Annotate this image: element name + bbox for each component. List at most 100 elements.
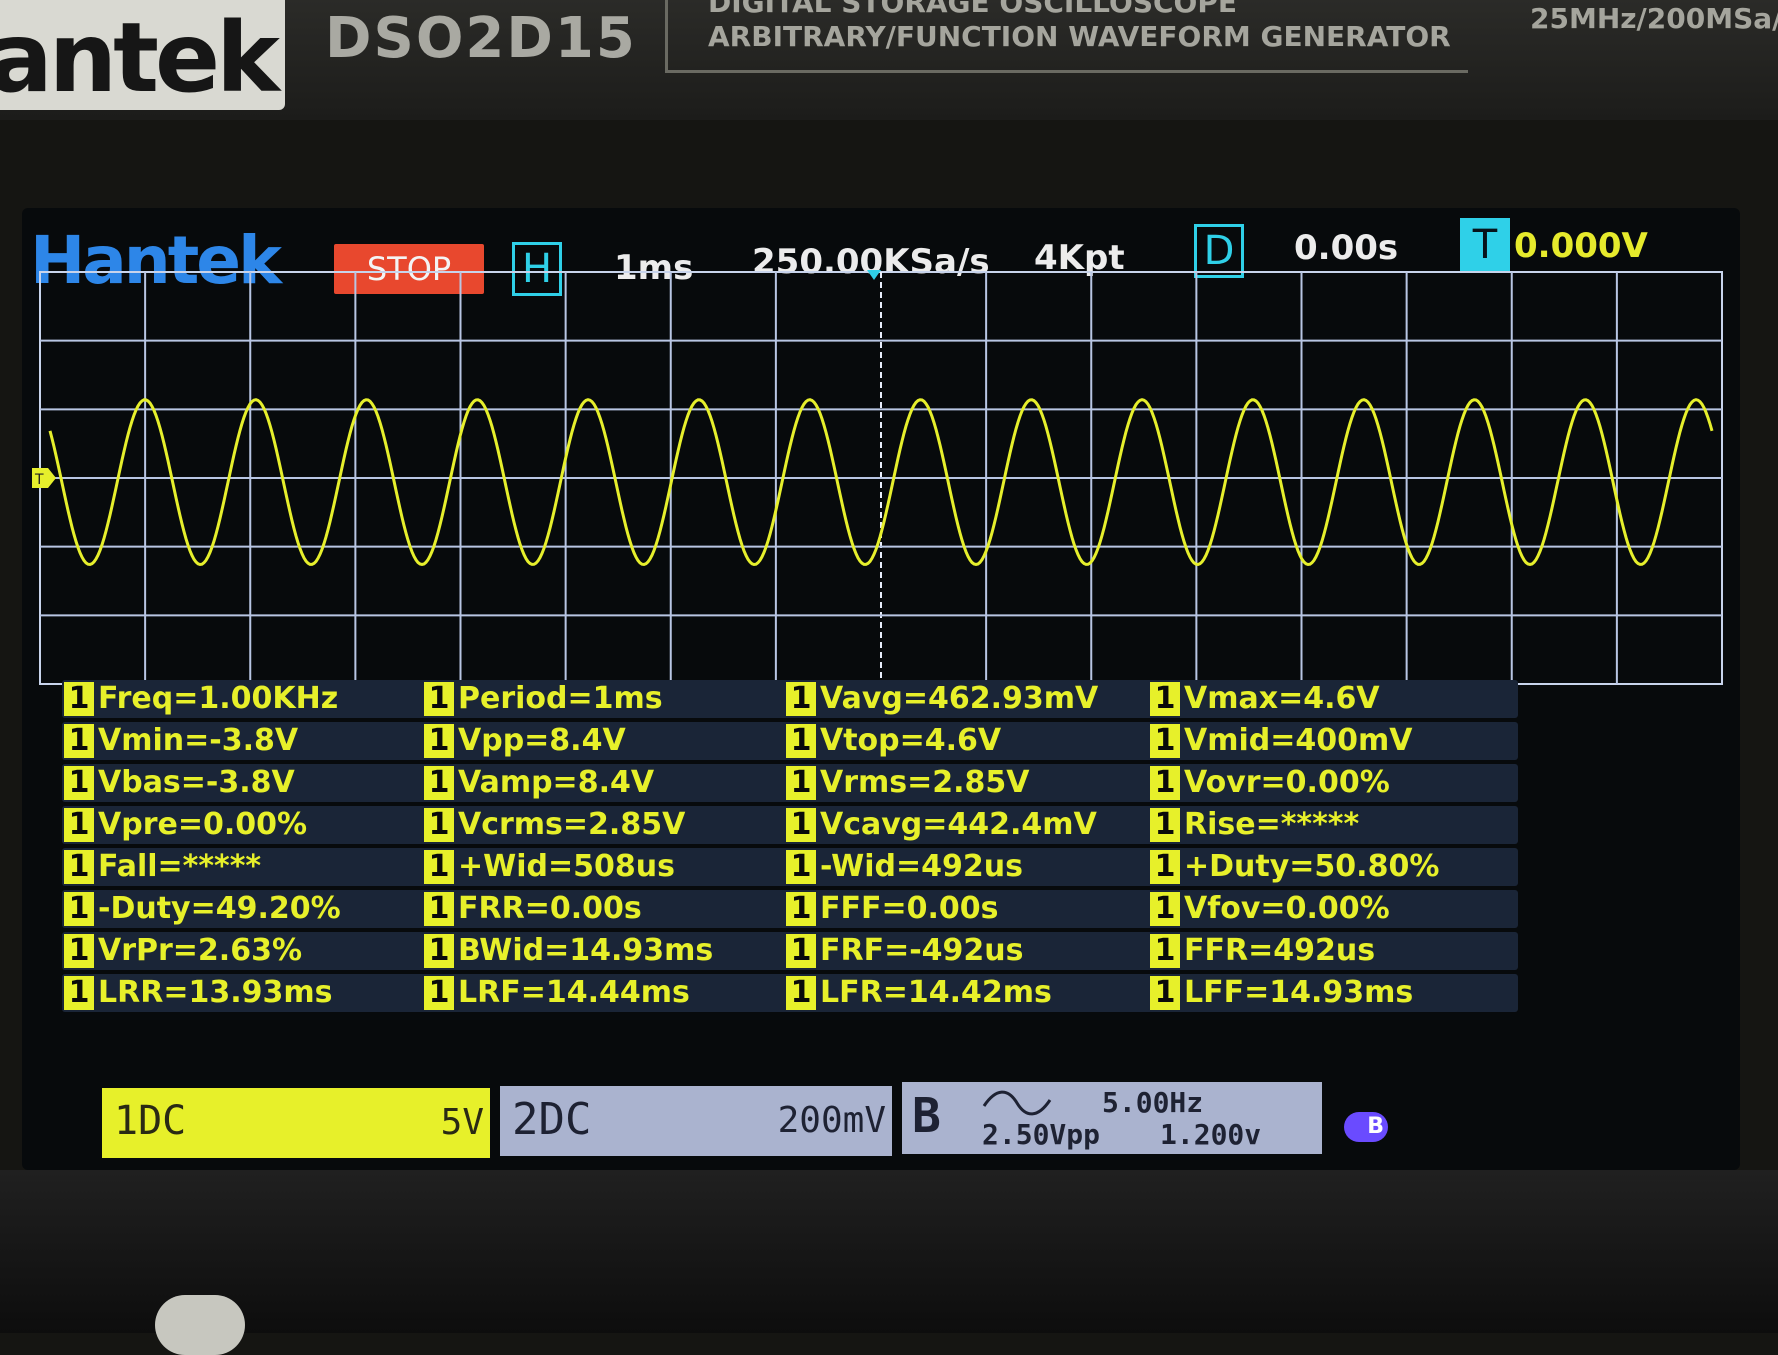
measurement-channel-badge: 1 — [424, 976, 454, 1010]
measurement-cell: 1 FRR=0.00s — [422, 890, 792, 928]
measurement-channel-badge: 1 — [64, 850, 94, 884]
measurement-channel-badge: 1 — [424, 934, 454, 968]
front-panel-top: antek DSO2D15 DIGITAL STORAGE OSCILLOSCO… — [0, 0, 1778, 120]
measurement-cell: 1 Vbas=-3.8V — [62, 764, 432, 802]
description-line-1: DIGITAL STORAGE OSCILLOSCOPE — [708, 0, 1237, 19]
measurement-value: Period=1ms — [458, 681, 663, 716]
measurement-value: Vovr=0.00% — [1184, 765, 1390, 800]
measurement-channel-badge: 1 — [64, 766, 94, 800]
generator-offset: 1.200v — [1160, 1118, 1262, 1151]
measurement-cell: 1 Vpp=8.4V — [422, 722, 792, 760]
measurement-value: Vfov=0.00% — [1184, 891, 1390, 926]
measurement-channel-badge: 1 — [64, 724, 94, 758]
measurement-value: +Duty=50.80% — [1184, 849, 1440, 884]
channel-2-label: 2DC — [512, 1094, 592, 1145]
measurement-channel-badge: 1 — [64, 892, 94, 926]
trigger-icon: T — [1460, 218, 1510, 272]
front-panel-bottom — [0, 1170, 1778, 1333]
measurement-cell: 1 Vpre=0.00% — [62, 806, 432, 844]
measurement-value: FRR=0.00s — [458, 891, 642, 926]
measurement-cell: 1 FRF=-492us — [784, 932, 1154, 970]
channel-1-settings[interactable]: 1DC 5V — [102, 1088, 490, 1158]
measurement-cell: 1 Vmax=4.6V — [1148, 680, 1518, 718]
measurement-cell: 1 Vavg=462.93mV — [784, 680, 1154, 718]
measurement-value: FRF=-492us — [820, 933, 1024, 968]
measurement-channel-badge: 1 — [424, 766, 454, 800]
description-box: DIGITAL STORAGE OSCILLOSCOPE ARBITRARY/F… — [665, 0, 1468, 73]
generator-settings[interactable]: B 5.00Hz 2.50Vpp 1.200v — [902, 1082, 1322, 1154]
measurement-value: -Duty=49.20% — [98, 891, 341, 926]
measurement-channel-badge: 1 — [786, 850, 816, 884]
measurement-cell: 1 LFR=14.42ms — [784, 974, 1154, 1012]
control-knob[interactable] — [155, 1295, 245, 1355]
measurement-cell: 1 Rise=***** — [1148, 806, 1518, 844]
measurement-channel-badge: 1 — [786, 682, 816, 716]
measurement-cell: 1 LRF=14.44ms — [422, 974, 792, 1012]
trigger-position-marker — [867, 270, 881, 280]
measurement-value: Vbas=-3.8V — [98, 765, 295, 800]
measurement-channel-badge: 1 — [786, 892, 816, 926]
measurement-channel-badge: 1 — [1150, 682, 1180, 716]
trigger-level-marker: T — [32, 468, 56, 488]
measurement-cell: 1 Vamp=8.4V — [422, 764, 792, 802]
measurement-cell: 1 Vfov=0.00% — [1148, 890, 1518, 928]
measurement-value: LRR=13.93ms — [98, 975, 333, 1010]
waveform-display[interactable]: T — [32, 270, 1732, 690]
measurement-channel-badge: 1 — [1150, 934, 1180, 968]
measurement-cell: 1 +Wid=508us — [422, 848, 792, 886]
measurement-value: VrPr=2.63% — [98, 933, 303, 968]
graticule — [39, 271, 1723, 685]
sine-wave-icon — [982, 1090, 1052, 1116]
channel-1-label: 1DC — [114, 1098, 187, 1144]
oscilloscope-screen: Hantek STOP H 1ms 250.00KSa/s 4Kpt D 0.0… — [22, 208, 1740, 1170]
generator-label: B — [912, 1088, 941, 1144]
measurement-cell: 1 VrPr=2.63% — [62, 932, 432, 970]
generator-frequency: 5.00Hz — [1102, 1086, 1204, 1119]
measurement-cell: 1 FFF=0.00s — [784, 890, 1154, 928]
measurement-value: BWid=14.93ms — [458, 933, 714, 968]
measurement-value: Vtop=4.6V — [820, 723, 1002, 758]
generator-amplitude: 2.50Vpp — [982, 1118, 1101, 1151]
channel-2-settings[interactable]: 2DC 200mV — [500, 1086, 892, 1156]
measurement-cell: 1 LRR=13.93ms — [62, 974, 432, 1012]
measurement-cell: 1 Vtop=4.6V — [784, 722, 1154, 760]
measurement-channel-badge: 1 — [786, 766, 816, 800]
measurement-cell: 1 Freq=1.00KHz — [62, 680, 432, 718]
measurement-value: FFR=492us — [1184, 933, 1376, 968]
measurement-channel-badge: 1 — [1150, 766, 1180, 800]
channel-1-scale: 5V — [440, 1102, 484, 1143]
measurement-channel-badge: 1 — [786, 976, 816, 1010]
trigger-level[interactable]: 0.000V — [1514, 226, 1648, 266]
measurement-cell: 1 -Duty=49.20% — [62, 890, 432, 928]
measurement-channel-badge: 1 — [64, 808, 94, 842]
measurement-cell: 1 Fall=***** — [62, 848, 432, 886]
measurement-channel-badge: 1 — [1150, 976, 1180, 1010]
measurement-cell: 1 BWid=14.93ms — [422, 932, 792, 970]
measurement-value: Rise=***** — [1184, 807, 1360, 842]
measurement-value: +Wid=508us — [458, 849, 675, 884]
measurement-cell: 1 -Wid=492us — [784, 848, 1154, 886]
measurement-value: LFF=14.93ms — [1184, 975, 1414, 1010]
measurement-channel-badge: 1 — [424, 682, 454, 716]
measurement-value: Vcavg=442.4mV — [820, 807, 1097, 842]
usb-status-icon: B — [1344, 1112, 1388, 1142]
measurement-channel-badge: 1 — [424, 808, 454, 842]
measurement-value: LFR=14.42ms — [820, 975, 1052, 1010]
measurement-value: Vmin=-3.8V — [98, 723, 299, 758]
delay-value[interactable]: 0.00s — [1294, 228, 1398, 268]
measurement-value: Fall=***** — [98, 849, 262, 884]
measurement-cell: 1 Vmid=400mV — [1148, 722, 1518, 760]
measurement-value: Vamp=8.4V — [458, 765, 655, 800]
measurement-channel-badge: 1 — [1150, 850, 1180, 884]
measurement-value: Vrms=2.85V — [820, 765, 1030, 800]
measurement-channel-badge: 1 — [64, 976, 94, 1010]
measurement-cell: 1 Vrms=2.85V — [784, 764, 1154, 802]
measurement-value: Vmid=400mV — [1184, 723, 1413, 758]
spec-label: 25MHz/200MSa/ — [1530, 2, 1778, 35]
measurement-channel-badge: 1 — [786, 808, 816, 842]
measurement-channel-badge: 1 — [64, 934, 94, 968]
measurement-channel-badge: 1 — [424, 892, 454, 926]
measurement-cell: 1 Vcavg=442.4mV — [784, 806, 1154, 844]
measurement-channel-badge: 1 — [64, 682, 94, 716]
measurement-channel-badge: 1 — [1150, 724, 1180, 758]
